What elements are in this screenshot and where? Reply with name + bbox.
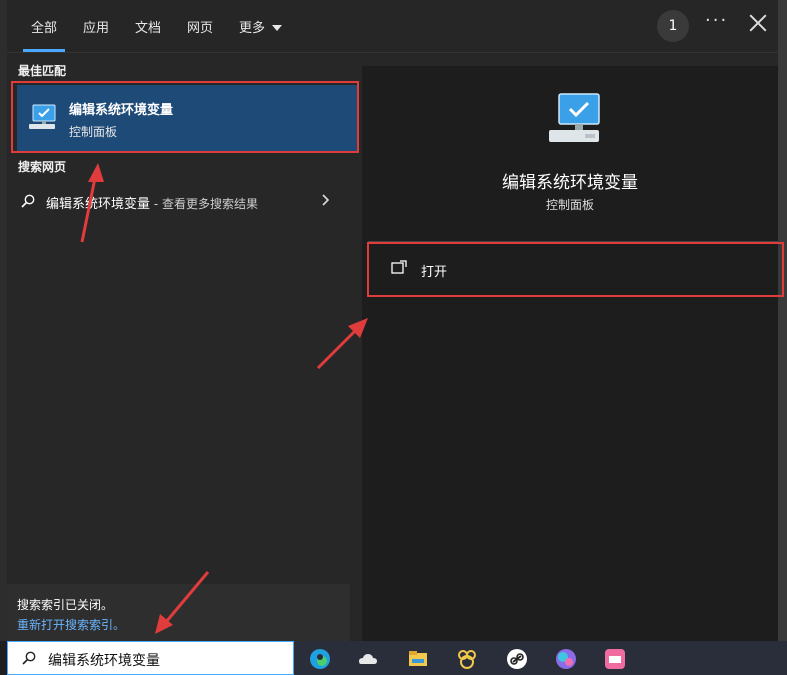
open-action[interactable]: 打开 [367, 242, 784, 297]
hedgehog-app-icon[interactable] [456, 648, 478, 670]
detail-subtitle: 控制面板 [545, 198, 594, 212]
section-best-match: 最佳匹配 [18, 64, 67, 78]
right-window-edge [778, 0, 787, 641]
search-icon [22, 651, 36, 665]
web-result-suffix: - 查看更多搜索结果 [150, 197, 258, 211]
tab-web[interactable]: 网页 [187, 17, 213, 36]
search-filter-bar: 全部 应用 文档 网页 更多 1 ··· [7, 0, 778, 53]
annotation-frame-best-match [11, 81, 359, 153]
link-app-icon[interactable] [506, 648, 528, 670]
notice-text: 搜索索引已关闭。 [17, 598, 114, 612]
edge-icon[interactable] [309, 648, 331, 670]
web-search-result[interactable]: 编辑系统环境变量 - 查看更多搜索结果 [7, 186, 350, 216]
rewards-badge[interactable]: 1 [657, 10, 689, 42]
tab-more[interactable]: 更多 [239, 17, 283, 36]
file-explorer-icon[interactable] [407, 648, 429, 670]
taskbar [294, 641, 787, 675]
web-result-text: 编辑系统环境变量 - 查看更多搜索结果 [46, 193, 258, 212]
reopen-index-link[interactable]: 重新打开搜索索引。 [17, 616, 125, 633]
start-search-panel: 全部 应用 文档 网页 更多 1 ··· 最佳匹配 编辑系统环境变量 控制面板 … [7, 0, 784, 641]
chevron-right-icon[interactable] [320, 194, 332, 206]
result-detail-pane: 编辑系统环境变量 控制面板 打开 [362, 66, 784, 641]
left-window-edge [0, 0, 7, 641]
tab-documents[interactable]: 文档 [135, 17, 161, 36]
more-options-icon[interactable]: ··· [705, 10, 728, 31]
search-icon [21, 194, 35, 208]
caret-down-icon [272, 25, 283, 31]
search-input[interactable]: 编辑系统环境变量 [7, 641, 294, 675]
search-index-notice: 搜索索引已关闭。 重新打开搜索索引。 [7, 584, 350, 641]
open-label: 打开 [421, 265, 448, 280]
open-external-icon [391, 260, 407, 274]
detail-title: 编辑系统环境变量 [502, 173, 638, 193]
tab-all[interactable]: 全部 [22, 17, 66, 52]
computer-settings-large-icon [549, 93, 600, 142]
close-icon[interactable] [747, 12, 769, 34]
pink-app-icon[interactable] [604, 648, 626, 670]
tab-more-label: 更多 [239, 21, 266, 36]
section-search-web: 搜索网页 [18, 160, 67, 174]
search-input-value: 编辑系统环境变量 [48, 653, 160, 669]
onedrive-icon[interactable] [357, 648, 379, 670]
web-result-query: 编辑系统环境变量 [46, 197, 151, 212]
tab-apps[interactable]: 应用 [83, 17, 109, 36]
colorful-app-icon[interactable] [555, 648, 577, 670]
